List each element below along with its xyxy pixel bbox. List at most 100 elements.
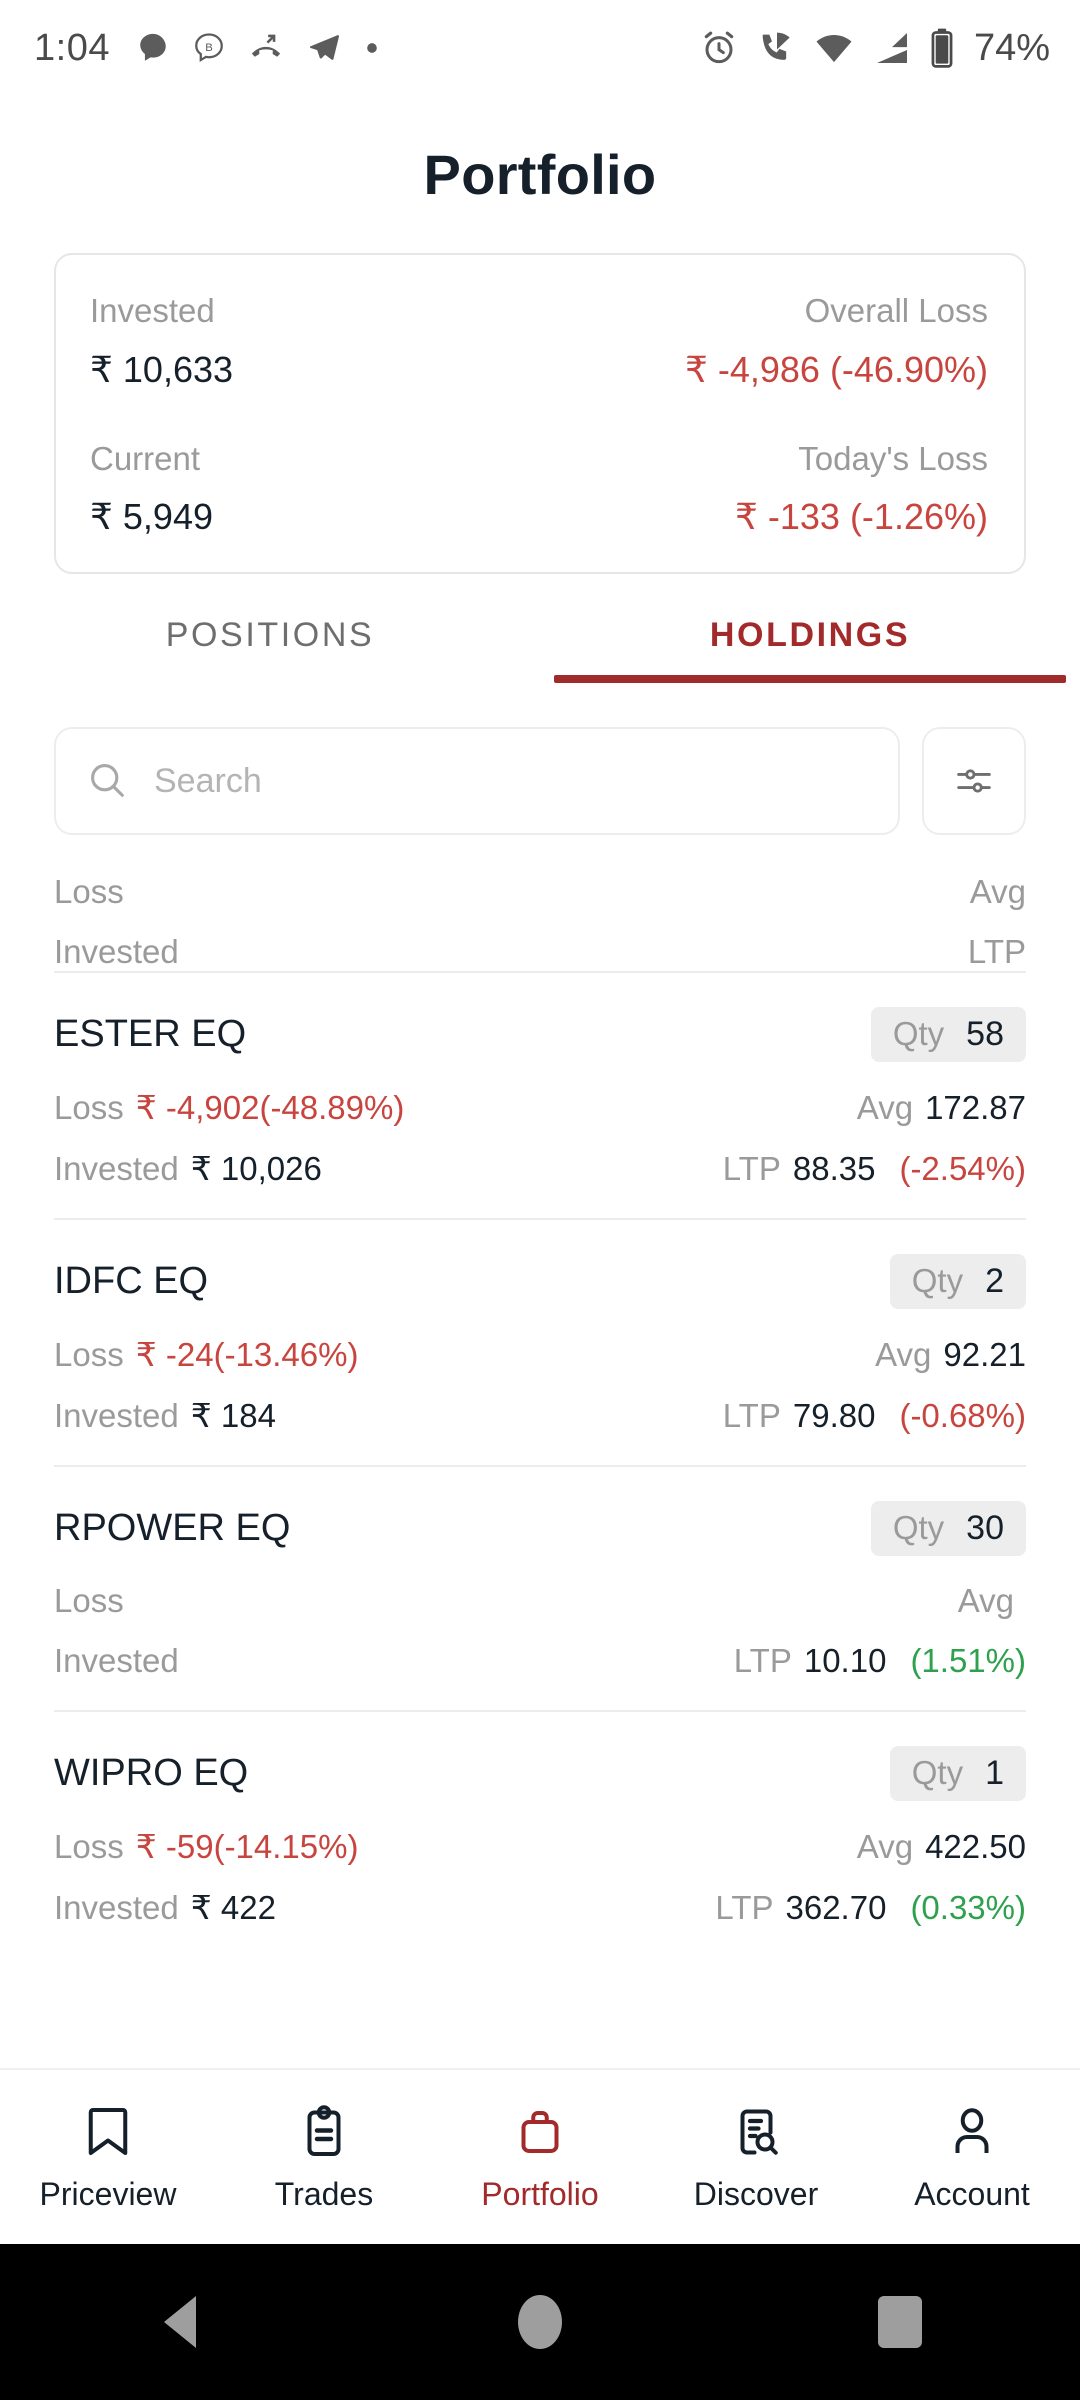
holding-name: IDFC EQ — [54, 1260, 209, 1303]
qty-value: 58 — [966, 1015, 1004, 1054]
bottom-navigation: Priceview Trades Portfolio Discover Acco… — [0, 2068, 1080, 2244]
android-recents-button[interactable] — [840, 2296, 960, 2348]
ltp-value: 79.80 — [792, 1396, 876, 1434]
invested-label: Invested — [54, 1150, 179, 1188]
holdings-list: Loss Avg Invested LTP ESTER EQ Qty 58 Lo… — [0, 851, 1080, 1957]
briefcase-icon — [521, 2110, 559, 2153]
tab-positions[interactable]: POSITIONS — [0, 616, 540, 683]
clipped-loss-label: Loss — [54, 873, 124, 911]
wifi-call-icon — [762, 32, 790, 60]
clipped-invested: Invested — [54, 933, 179, 971]
android-back-button[interactable] — [120, 2296, 240, 2348]
clipped-line-invested-ltp: Invested LTP — [54, 933, 1026, 971]
ltp-value: 10.10 — [803, 1642, 887, 1680]
holding-invested-ltp: Invested ₹ 184 LTP 79.80 (-0.68%) — [54, 1396, 1026, 1435]
table-row[interactable]: IDFC EQ Qty 2 Loss ₹ -24(-13.46%) Avg 92… — [0, 1220, 1080, 1465]
tab-holdings[interactable]: HOLDINGS — [540, 616, 1080, 684]
summary-invested: Invested ₹ 10,633 — [90, 289, 233, 391]
holding-ltp: LTP 362.70 (0.33%) — [715, 1889, 1026, 1927]
dot-icon — [367, 43, 377, 53]
invested-value: ₹ 10,633 — [90, 348, 234, 390]
filter-button[interactable] — [922, 727, 1026, 836]
app-screen: 1:04 B 74% Portfolio Invested ₹ 10,633 O… — [0, 0, 1080, 2400]
ltp-value: 88.35 — [792, 1149, 876, 1187]
clipped-row-content: Loss Avg Invested LTP — [54, 873, 1026, 971]
nav-label-discover: Discover — [693, 2175, 819, 2212]
svg-text:B: B — [205, 42, 213, 54]
nav-label-portfolio: Portfolio — [481, 2175, 599, 2212]
holding-invested-ltp: Invested ₹ 10,026 LTP 88.35 (-2.54%) — [54, 1149, 1026, 1188]
holding-invested: Invested ₹ 422 — [54, 1888, 276, 1927]
ltp-change-percent: (1.51%) — [910, 1642, 1026, 1680]
signal-icon — [876, 33, 907, 63]
loss-label: Loss — [54, 1828, 124, 1866]
holding-avg: Avg 422.50 — [857, 1828, 1026, 1866]
nav-label-trades: Trades — [274, 2175, 374, 2212]
clipped-ltp: LTP — [968, 933, 1026, 971]
nav-item-trades[interactable]: Trades — [216, 2102, 432, 2213]
clipboard-icon — [307, 2104, 341, 2156]
holding-avg: Avg — [958, 1582, 1026, 1620]
avg-label: Avg — [856, 1088, 914, 1126]
summary-row-current-today: Current ₹ 5,949 Today's Loss ₹ -133 (-1.… — [90, 437, 988, 539]
ltp-change-percent: (0.33%) — [910, 1888, 1026, 1926]
battery-percent: 74% — [973, 26, 1050, 69]
avg-label: Avg — [856, 1827, 914, 1865]
nav-item-portfolio[interactable]: Portfolio — [432, 2102, 648, 2213]
table-row[interactable]: ESTER EQ Qty 58 Loss ₹ -4,902(-48.89%) A… — [0, 973, 1080, 1218]
qty-label: Qty — [892, 1509, 945, 1547]
overall-loss-value: ₹ -4,986 (-46.90%) — [684, 348, 988, 390]
holding-loss-avg: Loss ₹ -24(-13.46%) Avg 92.21 — [54, 1335, 1026, 1374]
ltp-label: LTP — [722, 1149, 781, 1187]
holding-header: RPOWER EQ Qty 30 — [54, 1501, 1026, 1557]
search-placeholder: Search — [154, 761, 262, 800]
ltp-value: 362.70 — [785, 1888, 887, 1926]
battery-icon — [931, 28, 953, 68]
clipped-invested-label: Invested — [54, 933, 179, 971]
nav-label-priceview: Priceview — [39, 2175, 177, 2212]
nav-label-account: Account — [914, 2175, 1030, 2212]
ltp-change-percent: (-2.54%) — [899, 1149, 1026, 1187]
holding-invested-ltp: Invested LTP 10.10 (1.51%) — [54, 1642, 1026, 1680]
table-row[interactable]: WIPRO EQ Qty 1 Loss ₹ -59(-14.15%) Avg 4… — [0, 1712, 1080, 1957]
invested-label: Invested — [54, 1642, 179, 1680]
holding-avg: Avg 172.87 — [857, 1089, 1026, 1127]
holding-invested-ltp: Invested ₹ 422 LTP 362.70 (0.33%) — [54, 1888, 1026, 1927]
nav-item-priceview[interactable]: Priceview — [0, 2102, 216, 2213]
qty-value: 2 — [985, 1262, 1004, 1301]
search-row: Search — [54, 727, 1026, 836]
qty-value: 30 — [966, 1509, 1004, 1548]
holding-invested: Invested — [54, 1642, 191, 1680]
invested-label: Invested — [90, 292, 215, 329]
search-input[interactable]: Search — [54, 727, 900, 836]
invested-value: ₹ 184 — [190, 1397, 276, 1435]
loss-label: Loss — [54, 1582, 124, 1620]
invested-label: Invested — [54, 1397, 179, 1435]
holding-ltp: LTP 10.10 (1.51%) — [734, 1642, 1026, 1680]
qty-badge: Qty 2 — [889, 1254, 1026, 1310]
qty-badge: Qty 1 — [889, 1746, 1026, 1802]
summary-current: Current ₹ 5,949 — [90, 437, 213, 539]
telegram-icon — [309, 35, 340, 60]
avg-value: 422.50 — [925, 1827, 1026, 1865]
portfolio-summary-card: Invested ₹ 10,633 Overall Loss ₹ -4,986 … — [54, 253, 1026, 575]
qty-label: Qty — [892, 1015, 945, 1053]
qty-label: Qty — [911, 1262, 964, 1300]
ltp-label: LTP — [733, 1642, 792, 1680]
holding-header: WIPRO EQ Qty 1 — [54, 1746, 1026, 1802]
person-icon — [955, 2107, 989, 2153]
avg-label: Avg — [875, 1335, 932, 1373]
table-row[interactable]: RPOWER EQ Qty 30 Loss Avg Invested LTP 1… — [0, 1467, 1080, 1710]
bookmark-icon — [88, 2107, 128, 2155]
invested-value: ₹ 10,026 — [190, 1150, 322, 1188]
nav-item-discover[interactable]: Discover — [648, 2102, 864, 2213]
holding-loss: Loss ₹ -4,902(-48.89%) — [54, 1088, 404, 1127]
clipped-holding-row[interactable]: Loss Avg Invested LTP — [54, 851, 1026, 971]
nav-item-account[interactable]: Account — [864, 2102, 1080, 2213]
android-home-button[interactable] — [480, 2295, 600, 2349]
clipped-line-loss-avg: Loss Avg — [54, 873, 1026, 911]
wifi-icon — [816, 35, 852, 63]
holding-invested: Invested ₹ 184 — [54, 1396, 276, 1435]
status-notification-icons: B — [136, 31, 380, 65]
holding-name: WIPRO EQ — [54, 1752, 249, 1795]
